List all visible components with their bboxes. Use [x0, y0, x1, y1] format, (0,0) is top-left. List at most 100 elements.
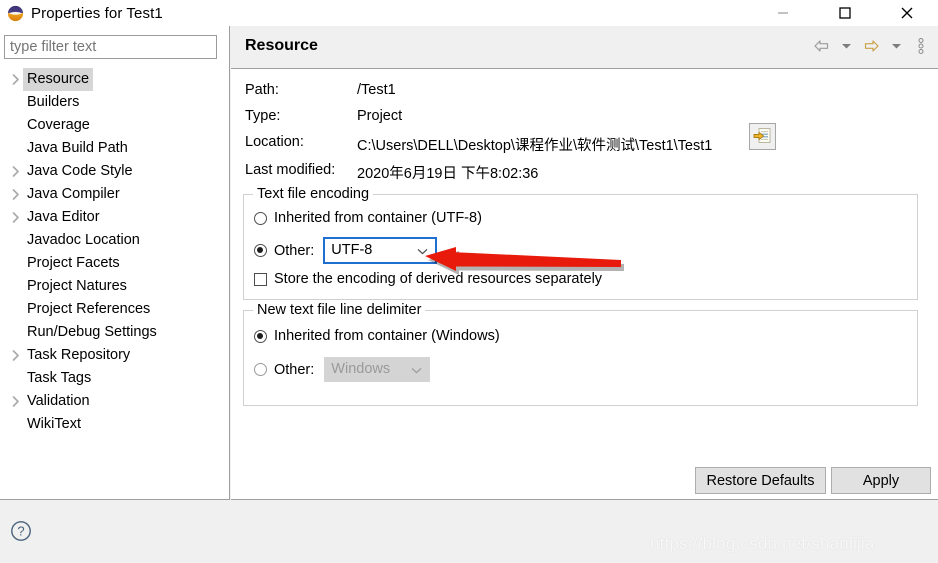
sidebar-item-coverage[interactable]: Coverage [0, 114, 229, 137]
sidebar-item-wikitext[interactable]: WikiText [0, 413, 229, 436]
group-title: Text file encoding [253, 186, 374, 202]
delimiter-inherited-label: Inherited from container (Windows) [274, 328, 500, 344]
sidebar-item-builders[interactable]: Builders [0, 91, 229, 114]
chevron-down-icon [417, 239, 428, 264]
delimiter-other-radio[interactable] [254, 363, 267, 376]
title-bar: Properties for Test1 [0, 0, 938, 26]
chevron-down-icon [411, 358, 422, 383]
restore-defaults-button[interactable]: Restore Defaults [695, 467, 826, 494]
sidebar-item-run-debug-settings[interactable]: Run/Debug Settings [0, 321, 229, 344]
sidebar-item-task-tags[interactable]: Task Tags [0, 367, 229, 390]
content-panel: Resource Path: /Test1 Type: Project Loca… [231, 26, 938, 500]
sidebar-item-label: Task Repository [27, 347, 131, 363]
maximize-button[interactable] [822, 0, 868, 26]
encoding-inherited-label: Inherited from container (UTF-8) [274, 210, 482, 226]
encoding-other-radio-row[interactable]: Other: UTF-8 [254, 237, 438, 264]
encoding-other-radio[interactable] [254, 244, 267, 257]
encoding-other-combo[interactable]: UTF-8 [323, 237, 438, 264]
sidebar-item-label: Resource [23, 68, 94, 91]
apply-button[interactable]: Apply [831, 467, 931, 494]
back-arrow-icon[interactable] [810, 35, 832, 57]
eclipse-globe-icon [7, 5, 24, 22]
vertical-dots-icon[interactable] [910, 35, 932, 57]
sidebar-item-java-build-path[interactable]: Java Build Path [0, 137, 229, 160]
content-toolbar [810, 35, 932, 57]
minimize-button[interactable] [760, 0, 806, 26]
svg-text:?: ? [17, 524, 24, 539]
encoding-other-label: Other: [274, 242, 315, 259]
content-header: Resource [231, 26, 938, 69]
chevron-right-icon[interactable] [8, 183, 23, 206]
settings-sidebar: Resource Builders Coverage Java Build Path J… [0, 26, 230, 500]
sidebar-item-label: Run/Debug Settings [27, 324, 157, 340]
line-delimiter-group: New text file line delimiter Inherited f… [243, 302, 918, 406]
back-menu-chevron-down-icon[interactable] [835, 35, 857, 57]
property-value: Project [357, 108, 403, 124]
group-title: New text file line delimiter [253, 302, 426, 318]
sidebar-item-java-editor[interactable]: Java Editor [0, 206, 229, 229]
property-label: Location: [245, 134, 304, 150]
sidebar-item-label: Java Editor [27, 209, 100, 225]
sidebar-item-label: Java Code Style [27, 163, 133, 179]
chevron-right-icon[interactable] [8, 344, 23, 367]
settings-tree: Resource Builders Coverage Java Build Path J… [0, 68, 229, 436]
sidebar-item-javadoc-location[interactable]: Javadoc Location [0, 229, 229, 252]
sidebar-item-java-compiler[interactable]: Java Compiler [0, 183, 229, 206]
sidebar-item-label: Task Tags [27, 370, 92, 386]
property-label: Path: [245, 82, 279, 98]
sidebar-item-label: Project Facets [27, 255, 120, 271]
chevron-right-icon[interactable] [8, 206, 23, 229]
sidebar-item-label: WikiText [27, 416, 81, 432]
delimiter-other-radio-row[interactable]: Other: Windows [254, 357, 431, 383]
help-question-icon[interactable]: ? [9, 519, 33, 543]
sidebar-item-java-code-style[interactable]: Java Code Style [0, 160, 229, 183]
property-label: Last modified: [245, 162, 336, 178]
sidebar-item-project-references[interactable]: Project References [0, 298, 229, 321]
property-value: /Test1 [357, 82, 396, 98]
forward-arrow-icon[interactable] [860, 35, 882, 57]
store-derived-label: Store the encoding of derived resources … [274, 271, 603, 287]
property-label: Type: [245, 108, 281, 124]
apply-label: Apply [862, 472, 900, 489]
close-button[interactable] [884, 0, 930, 26]
encoding-other-combo-value: UTF-8 [331, 242, 373, 258]
sidebar-item-validation[interactable]: Validation [0, 390, 229, 413]
chevron-right-icon[interactable] [8, 160, 23, 183]
sidebar-item-label: Project Natures [27, 278, 127, 294]
sidebar-item-resource[interactable]: Resource [0, 68, 229, 91]
sidebar-item-task-repository[interactable]: Task Repository [0, 344, 229, 367]
encoding-inherited-radio-row[interactable]: Inherited from container (UTF-8) [254, 210, 482, 226]
store-derived-checkbox[interactable] [254, 272, 267, 286]
delimiter-inherited-radio-row[interactable]: Inherited from container (Windows) [254, 328, 500, 344]
delimiter-inherited-radio[interactable] [254, 329, 267, 343]
store-derived-checkbox-row[interactable]: Store the encoding of derived resources … [254, 271, 602, 287]
text-file-encoding-group: Text file encoding Inherited from contai… [243, 186, 918, 300]
sidebar-item-project-natures[interactable]: Project Natures [0, 275, 229, 298]
chevron-right-icon[interactable] [8, 68, 23, 91]
delimiter-other-combo: Windows [324, 357, 431, 383]
forward-menu-chevron-down-icon[interactable] [885, 35, 907, 57]
sidebar-item-label: Validation [27, 393, 90, 409]
encoding-inherited-radio[interactable] [254, 211, 267, 225]
property-value: 2020年6月19日 下午8:02:36 [357, 166, 539, 182]
chevron-right-icon[interactable] [8, 390, 23, 413]
restore-defaults-label: Restore Defaults [706, 472, 815, 489]
sidebar-item-label: Javadoc Location [27, 232, 140, 248]
sidebar-item-label: Java Compiler [27, 186, 120, 202]
watermark-text: https://blog.csdn.net/shanlijia [650, 534, 875, 553]
sidebar-item-label: Coverage [27, 117, 90, 133]
filter-input[interactable] [4, 35, 217, 59]
delimiter-other-label: Other: [274, 361, 315, 378]
sidebar-item-project-facets[interactable]: Project Facets [0, 252, 229, 275]
go-to-folder-icon-button[interactable] [749, 123, 776, 150]
sidebar-item-label: Project References [27, 301, 151, 317]
